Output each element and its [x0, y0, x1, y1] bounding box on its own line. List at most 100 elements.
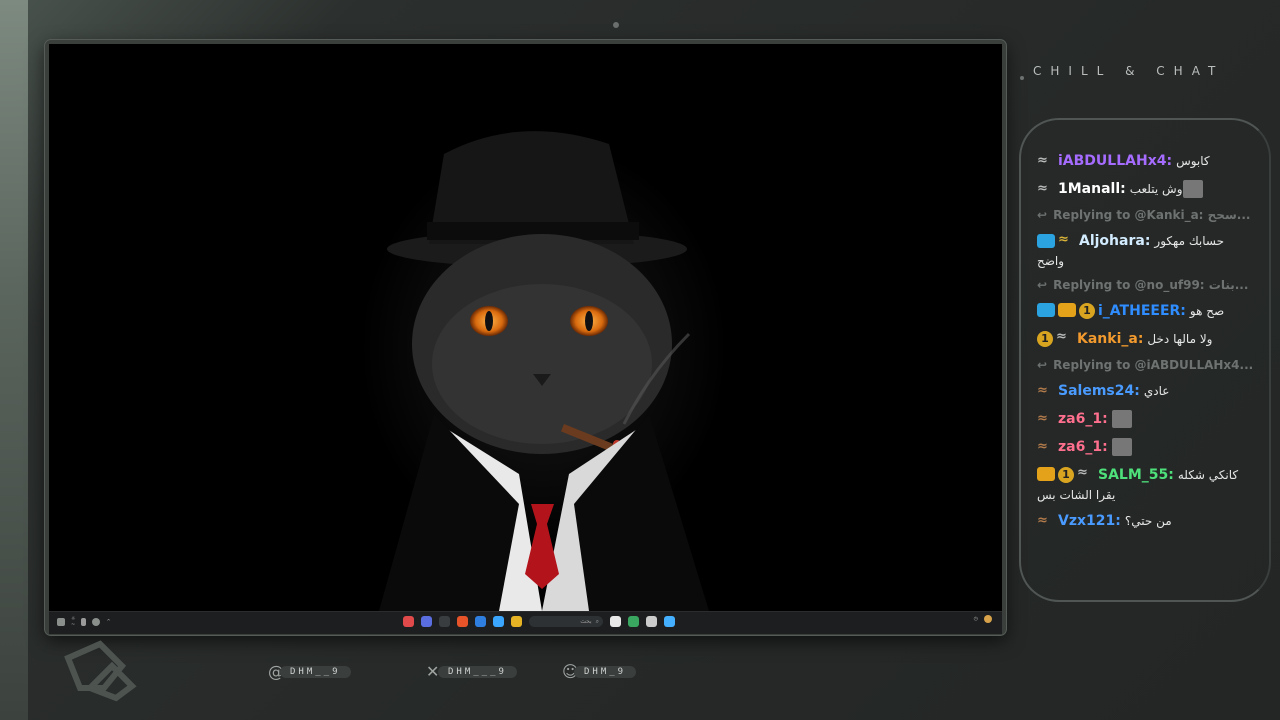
emote-image — [1111, 438, 1132, 456]
badge-group: 1 ≈ — [1037, 329, 1074, 347]
subscriber-badge-icon: 1 — [1037, 331, 1053, 347]
app-2-icon[interactable] — [421, 616, 432, 627]
wing-badge-icon: ≈ — [1056, 329, 1067, 344]
app-3-icon[interactable] — [439, 616, 450, 627]
badge-group: 1 — [1037, 303, 1095, 319]
windows-icon[interactable] — [664, 616, 675, 627]
left-accent-strip — [0, 0, 28, 720]
chat-message: ≈ za6_1: — [1037, 408, 1269, 430]
taskbar: ☼ ~ ^ بحث ⌕ ◷ — [49, 611, 1002, 634]
crown-badge-icon — [1058, 303, 1076, 317]
clock-widget[interactable]: ◷ — [974, 616, 978, 622]
wing-badge-icon: ≈ — [1037, 181, 1048, 196]
social-handle: DHM_9 — [574, 666, 637, 678]
wing-badge-icon: ≈ — [1077, 465, 1088, 480]
weather-widget[interactable]: ☼ ~ — [71, 616, 75, 628]
chat-text-continued: واضح — [1037, 254, 1065, 268]
chat-username[interactable]: i_ATHEEER: — [1098, 303, 1186, 319]
chat-username[interactable]: Salems24: — [1058, 383, 1140, 399]
mic-icon[interactable] — [81, 618, 87, 626]
chat-username[interactable]: Aljohara: — [1079, 233, 1150, 249]
app-1-icon[interactable] — [403, 616, 414, 627]
cloud-icon[interactable] — [92, 618, 101, 626]
badge-group: ≈ — [1037, 383, 1055, 398]
reply-text: Replying to @iABDULLAHx4... — [1053, 358, 1254, 372]
badge-group: ≈ — [1037, 439, 1055, 454]
taskbar-tray: ◷ — [974, 615, 992, 623]
social-link[interactable]: @ DHM__9 — [268, 664, 351, 680]
chat-text: عادي — [1143, 384, 1170, 398]
social-handle: DHM__9 — [280, 666, 351, 678]
chat-username[interactable]: za6_1: — [1058, 439, 1108, 455]
chat-text: من حتي؟ — [1124, 514, 1172, 528]
wing-badge-icon: ≈ — [1037, 439, 1048, 454]
social-handle: DHM___9 — [438, 666, 517, 678]
emote-image — [1182, 180, 1203, 198]
taskbar-search[interactable]: بحث ⌕ — [529, 616, 603, 627]
search-icon: ⌕ — [595, 617, 599, 625]
badge-group: 1 ≈ — [1037, 465, 1095, 483]
app-4-icon[interactable] — [457, 616, 468, 627]
chat-text: ولا مالها دخل — [1147, 332, 1213, 346]
badge-group: ≈ — [1037, 181, 1055, 196]
chevron-up-icon[interactable]: ^ — [106, 619, 110, 625]
reply-context: ↩ Replying to @no_uf99: بنات... — [1037, 276, 1269, 294]
app-9-icon[interactable] — [628, 616, 639, 627]
emote-image — [1111, 410, 1132, 428]
search-label: بحث — [580, 618, 592, 625]
subscriber-badge-icon: 1 — [1079, 303, 1095, 319]
moderator-badge-icon — [1037, 234, 1055, 248]
chat-message-list: ≈ iABDULLAHx4: كابوس ≈1Manall: وش يتلعب ↩ Repl… — [1037, 150, 1269, 538]
chat-text: وش يتلعب — [1129, 182, 1183, 196]
chat-text: حسابك مهكور — [1154, 234, 1225, 248]
chat-message: ≈ iABDULLAHx4: كابوس — [1037, 150, 1269, 172]
notification-icon[interactable] — [984, 615, 992, 623]
app-6-icon[interactable] — [493, 616, 504, 627]
app-7-icon[interactable] — [511, 616, 522, 627]
desktop-wallpaper — [49, 44, 1002, 611]
crown-badge-icon — [1037, 467, 1055, 481]
wing-badge-icon: ≈ — [1037, 411, 1048, 426]
chat-text: صح هو — [1189, 304, 1225, 318]
chat-text: كابوس — [1176, 154, 1210, 168]
chat-username[interactable]: iABDULLAHx4: — [1058, 153, 1172, 169]
chat-message: 1 ≈ Kanki_a: ولا مالها دخل — [1037, 328, 1269, 350]
chat-message: ≈ Vzx121: من حتي؟ — [1037, 510, 1269, 532]
chat-message: ≈ Aljohara: حسابك مهكور واضح — [1037, 230, 1269, 270]
decor-dot — [1020, 76, 1024, 80]
chat-username[interactable]: SALM_55: — [1098, 467, 1174, 483]
decor-dot — [613, 22, 619, 28]
app-5-icon[interactable] — [475, 616, 486, 627]
badge-group: ≈ — [1037, 411, 1055, 426]
start-icon[interactable] — [57, 618, 65, 626]
chat-text-continued: يقرا الشات بس — [1037, 488, 1116, 502]
taskbar-left: ☼ ~ ^ — [57, 616, 111, 628]
reply-context: ↩ Replying to @iABDULLAHx4... — [1037, 356, 1269, 374]
chat-username[interactable]: Vzx121: — [1058, 513, 1121, 529]
app-8-icon[interactable] — [610, 616, 621, 627]
cat-in-suit-wallpaper — [49, 44, 1002, 611]
subscriber-badge-icon: 1 — [1058, 467, 1074, 483]
chat-message: 1 i_ATHEEER: صح هو — [1037, 300, 1269, 322]
app-10-icon[interactable] — [646, 616, 657, 627]
chat-username[interactable]: za6_1: — [1058, 411, 1108, 427]
social-link[interactable]: ☺ DHM_9 — [562, 664, 637, 680]
reply-arrow-icon: ↩ — [1037, 208, 1048, 222]
chat-username[interactable]: Kanki_a: — [1077, 331, 1143, 347]
chat-message: ≈ Salems24: عادي — [1037, 380, 1269, 402]
social-link[interactable]: ✕ DHM___9 — [426, 664, 517, 680]
moderator-badge-icon — [1037, 303, 1055, 317]
wing-badge-icon: ≈ — [1058, 232, 1069, 247]
chat-message: ≈ za6_1: — [1037, 436, 1269, 458]
chat-text: كانكي شكله — [1177, 468, 1239, 482]
badge-group: ≈ — [1037, 232, 1076, 248]
reply-arrow-icon: ↩ — [1037, 278, 1048, 292]
reply-arrow-icon: ↩ — [1037, 358, 1048, 372]
wing-badge-icon: ≈ — [1037, 383, 1048, 398]
wing-badge-icon: ≈ — [1037, 513, 1048, 528]
badge-group: ≈ — [1037, 154, 1055, 167]
reply-text: Replying to @no_uf99: بنات... — [1053, 278, 1249, 292]
chat-message: ≈1Manall: وش يتلعب — [1037, 178, 1269, 200]
chat-title: CHILL & CHAT — [1033, 64, 1225, 78]
chat-username[interactable]: 1Manall: — [1058, 181, 1126, 197]
